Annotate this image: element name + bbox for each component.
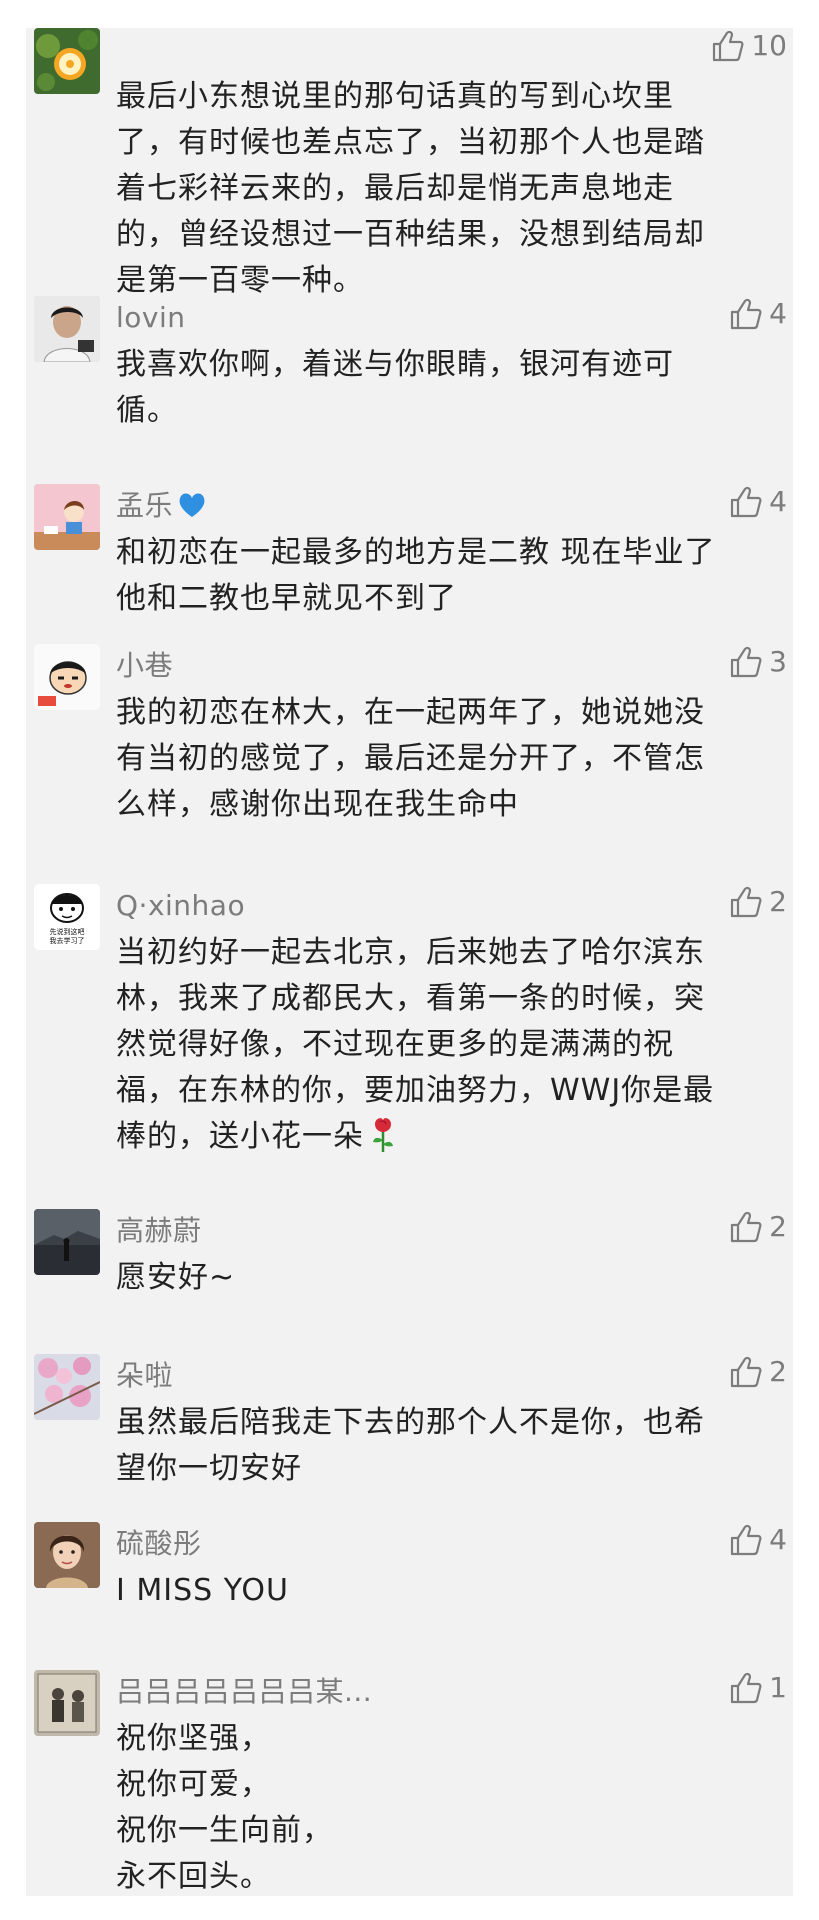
- like-button[interactable]: 4: [729, 1522, 787, 1558]
- comment-line: 和初恋在一起最多的地方是二教 现在毕业了: [116, 535, 716, 570]
- like-count: 2: [769, 1355, 787, 1388]
- comment-text: 当初约好一起去北京，后来她去了哈尔滨东 林，我来了成都民大，看第一条的时候，突 …: [116, 930, 776, 1160]
- thumbs-up-icon: [731, 1672, 762, 1704]
- comment-text: 愿安好~: [116, 1255, 776, 1301]
- comment-line: 当初约好一起去北京，后来她去了哈尔滨东: [116, 935, 705, 970]
- like-count: 3: [769, 645, 787, 678]
- comment-line: I MISS YOU: [116, 1573, 289, 1608]
- nickname[interactable]: 硫酸彤: [116, 1526, 202, 1562]
- comment-text: 祝你坚强， 祝你可爱， 祝你一生向前， 永不回头。: [116, 1716, 776, 1900]
- comment-line: 我喜欢你啊，着迷与你眼睛，银河有迹可: [116, 347, 674, 382]
- thumbs-up-icon: [731, 1524, 762, 1556]
- comment-line: 他和二教也早就见不到了: [116, 581, 457, 616]
- like-button[interactable]: 2: [729, 884, 787, 920]
- comment-line: 愿安好~: [116, 1260, 236, 1295]
- comment-line: 林，我来了成都民大，看第一条的时候，突: [116, 981, 705, 1016]
- nickname[interactable]: 孟乐: [116, 488, 207, 524]
- boy-portrait-avatar-icon[interactable]: [34, 296, 100, 362]
- nickname[interactable]: 小巷: [116, 648, 173, 684]
- like-button[interactable]: 10: [711, 28, 787, 64]
- comment-line: 棒的，送小花一朵: [116, 1114, 776, 1160]
- comment-line-text: 棒的，送小花一朵: [116, 1119, 364, 1154]
- crayon-shinchan-avatar-icon[interactable]: [34, 644, 100, 710]
- like-count: 4: [769, 485, 787, 518]
- like-count: 10: [751, 29, 787, 62]
- thumbs-up-icon: [731, 1211, 762, 1243]
- comment-line: 的，曾经设想过一百种结果，没想到结局却: [116, 217, 705, 252]
- comment-line: 永不回头。: [116, 1859, 271, 1894]
- comment-text: I MISS YOU: [116, 1568, 776, 1614]
- thumbs-up-icon: [731, 1356, 762, 1388]
- comment-line: 然觉得好像，不过现在更多的是满满的祝: [116, 1027, 674, 1062]
- blue-heart-icon: [179, 493, 205, 517]
- comment-line: 我的初恋在林大，在一起两年了，她说她没: [116, 695, 705, 730]
- like-button[interactable]: 2: [729, 1354, 787, 1390]
- cartoon-girl-reading-avatar-icon[interactable]: [34, 484, 100, 550]
- comment-line: 虽然最后陪我走下去的那个人不是你，也希: [116, 1405, 705, 1440]
- nickname-text: 孟乐: [116, 489, 174, 522]
- like-button[interactable]: 1: [729, 1670, 787, 1706]
- comment-line: 福，在东林的你，要加油努力，WWJ你是最: [116, 1073, 715, 1108]
- dark-street-avatar-icon[interactable]: [34, 1209, 100, 1275]
- like-button[interactable]: 2: [729, 1209, 787, 1245]
- like-button[interactable]: 4: [729, 296, 787, 332]
- pink-blossom-avatar-icon[interactable]: [34, 1354, 100, 1420]
- thumbs-up-icon: [731, 486, 762, 518]
- nickname[interactable]: Q·xinhao: [116, 888, 245, 924]
- rose-icon: [373, 1118, 393, 1152]
- comment-line: 么样，感谢你出现在我生命中: [116, 787, 519, 822]
- comment-text: 我喜欢你啊，着迷与你眼睛，银河有迹可 循。: [116, 342, 776, 434]
- comment-line: 着七彩祥云来的，最后却是悄无声息地走: [116, 171, 674, 206]
- comment-text: 和初恋在一起最多的地方是二教 现在毕业了 他和二教也早就见不到了: [116, 530, 776, 622]
- comment-line: 祝你坚强，: [116, 1721, 271, 1756]
- comment-line: 祝你可爱，: [116, 1767, 271, 1802]
- like-count: 2: [769, 1210, 787, 1243]
- comment-line: 是第一百零一种。: [116, 263, 364, 298]
- meme-face-avatar-icon[interactable]: 先说到这吧 我去学习了: [34, 884, 100, 950]
- nickname[interactable]: 朵啦: [116, 1358, 173, 1394]
- comment-line: 最后小东想说里的那句话真的写到心坎里: [116, 79, 674, 114]
- avatar-caption: 我去学习了: [50, 936, 85, 945]
- comment-line: 循。: [116, 393, 178, 428]
- nickname[interactable]: lovin: [116, 300, 186, 336]
- comment-line: 祝你一生向前，: [116, 1813, 333, 1848]
- girl-portrait-avatar-icon[interactable]: [34, 1522, 100, 1588]
- like-count: 4: [769, 297, 787, 330]
- comments-panel: 10 最后小东想说里的那句话真的写到心坎里 了，有时候也差点忘了，当初那个人也是…: [26, 28, 793, 1896]
- orange-slice-avatar-icon[interactable]: [34, 28, 100, 94]
- like-button[interactable]: 4: [729, 484, 787, 520]
- like-count: 2: [769, 885, 787, 918]
- thumbs-up-icon: [731, 886, 762, 918]
- comment-line: 望你一切安好: [116, 1451, 302, 1486]
- comment-line: 有当初的感觉了，最后还是分开了，不管怎: [116, 741, 705, 776]
- thumbs-up-icon: [713, 30, 744, 62]
- like-button[interactable]: 3: [729, 644, 787, 680]
- comment-line: 了，有时候也差点忘了，当初那个人也是踏: [116, 125, 705, 160]
- nickname[interactable]: 吕吕吕吕吕吕吕某...: [116, 1674, 372, 1710]
- comment-text: 最后小东想说里的那句话真的写到心坎里 了，有时候也差点忘了，当初那个人也是踏 着…: [116, 74, 776, 304]
- nickname[interactable]: 高赫蔚: [116, 1213, 202, 1249]
- vintage-photo-avatar-icon[interactable]: [34, 1670, 100, 1736]
- avatar-caption: 先说到这吧: [50, 927, 85, 936]
- comment-text: 我的初恋在林大，在一起两年了，她说她没 有当初的感觉了，最后还是分开了，不管怎 …: [116, 690, 776, 828]
- comment-text: 虽然最后陪我走下去的那个人不是你，也希 望你一切安好: [116, 1400, 776, 1492]
- like-count: 4: [769, 1523, 787, 1556]
- thumbs-up-icon: [731, 298, 762, 330]
- like-count: 1: [769, 1671, 787, 1704]
- thumbs-up-icon: [731, 646, 762, 678]
